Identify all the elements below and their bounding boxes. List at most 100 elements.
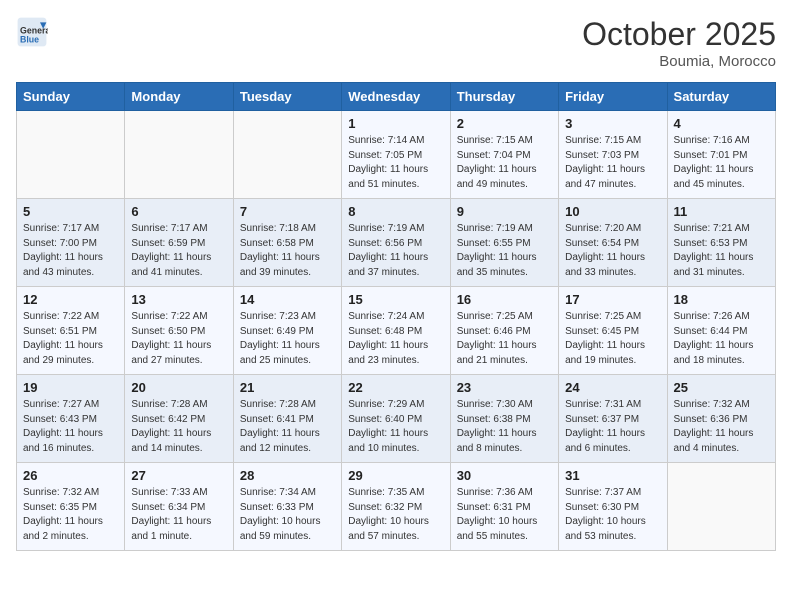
- column-header-saturday: Saturday: [667, 83, 775, 111]
- day-info: Sunrise: 7:18 AM Sunset: 6:58 PM Dayligh…: [240, 222, 335, 280]
- page-header: General Blue October 2025 Boumia, Morocc…: [16, 16, 776, 70]
- calendar-table: SundayMondayTuesdayWednesdayThursdayFrid…: [16, 82, 776, 551]
- calendar-day-cell: 25Sunrise: 7:32 AM Sunset: 6:36 PM Dayli…: [667, 375, 775, 463]
- day-number: 5: [23, 204, 118, 219]
- calendar-day-cell: 22 Sunrise: 7:29 AM Sunset: 6:40 PM Dayli…: [342, 375, 450, 463]
- day-number: 16: [457, 292, 552, 307]
- day-number: 20: [131, 380, 226, 395]
- calendar-day-cell: 6 Sunrise: 7:17 AM Sunset: 6:59 PM Daylig…: [125, 199, 233, 287]
- calendar-week-row: 5 Sunrise: 7:17 AM Sunset: 7:00 PM Daylig…: [17, 199, 776, 287]
- calendar-day-cell: 3Sunrise: 7:15 AM Sunset: 7:03 PM Daylig…: [559, 111, 667, 199]
- day-number: 9: [457, 204, 552, 219]
- day-info: Sunrise: 7:32 AM Sunset: 6:36 PM Dayligh…: [674, 398, 769, 456]
- column-header-thursday: Thursday: [450, 83, 558, 111]
- day-info: Sunrise: 7:22 AM Sunset: 6:51 PM Dayligh…: [23, 310, 118, 368]
- calendar-day-cell: 26 Sunrise: 7:32 AM Sunset: 6:35 PM Dayli…: [17, 463, 125, 551]
- day-info: Sunrise: 7:28 AM Sunset: 6:41 PM Dayligh…: [240, 398, 335, 456]
- calendar-day-cell: 9 Sunrise: 7:19 AM Sunset: 6:55 PM Daylig…: [450, 199, 558, 287]
- day-info: Sunrise: 7:16 AM Sunset: 7:01 PM Dayligh…: [674, 134, 769, 192]
- day-info: Sunrise: 7:15 AM Sunset: 7:04 PM Dayligh…: [457, 134, 552, 192]
- calendar-day-cell: 24 Sunrise: 7:31 AM Sunset: 6:37 PM Dayli…: [559, 375, 667, 463]
- day-number: 19: [23, 380, 118, 395]
- calendar-day-cell: 20 Sunrise: 7:28 AM Sunset: 6:42 PM Dayli…: [125, 375, 233, 463]
- day-info: Sunrise: 7:25 AM Sunset: 6:45 PM Dayligh…: [565, 310, 660, 368]
- day-number: 15: [348, 292, 443, 307]
- logo: General Blue: [16, 16, 48, 48]
- day-number: 22: [348, 380, 443, 395]
- calendar-day-cell: 14Sunrise: 7:23 AM Sunset: 6:49 PM Dayli…: [233, 287, 341, 375]
- calendar-day-cell: 11 Sunrise: 7:21 AM Sunset: 6:53 PM Dayli…: [667, 199, 775, 287]
- column-header-sunday: Sunday: [17, 83, 125, 111]
- column-header-monday: Monday: [125, 83, 233, 111]
- empty-cell: [125, 111, 233, 199]
- day-info: Sunrise: 7:37 AM Sunset: 6:30 PM Dayligh…: [565, 486, 660, 544]
- day-info: Sunrise: 7:20 AM Sunset: 6:54 PM Dayligh…: [565, 222, 660, 280]
- calendar-day-cell: 16 Sunrise: 7:25 AM Sunset: 6:46 PM Dayli…: [450, 287, 558, 375]
- calendar-day-cell: 4 Sunrise: 7:16 AM Sunset: 7:01 PM Daylig…: [667, 111, 775, 199]
- day-info: Sunrise: 7:22 AM Sunset: 6:50 PM Dayligh…: [131, 310, 226, 368]
- day-number: 4: [674, 116, 769, 131]
- calendar-day-cell: 30Sunrise: 7:36 AM Sunset: 6:31 PM Dayli…: [450, 463, 558, 551]
- location-subtitle: Boumia, Morocco: [582, 53, 776, 70]
- calendar-day-cell: 27 Sunrise: 7:33 AM Sunset: 6:34 PM Dayli…: [125, 463, 233, 551]
- day-number: 28: [240, 468, 335, 483]
- calendar-day-cell: 23 Sunrise: 7:30 AM Sunset: 6:38 PM Dayli…: [450, 375, 558, 463]
- calendar-day-cell: 12 Sunrise: 7:22 AM Sunset: 6:51 PM Dayli…: [17, 287, 125, 375]
- day-number: 21: [240, 380, 335, 395]
- day-number: 24: [565, 380, 660, 395]
- day-number: 23: [457, 380, 552, 395]
- calendar-day-cell: 15 Sunrise: 7:24 AM Sunset: 6:48 PM Dayli…: [342, 287, 450, 375]
- day-number: 8: [348, 204, 443, 219]
- day-number: 1: [348, 116, 443, 131]
- day-info: Sunrise: 7:19 AM Sunset: 6:55 PM Dayligh…: [457, 222, 552, 280]
- column-header-wednesday: Wednesday: [342, 83, 450, 111]
- day-info: Sunrise: 7:24 AM Sunset: 6:48 PM Dayligh…: [348, 310, 443, 368]
- day-number: 29: [348, 468, 443, 483]
- day-info: Sunrise: 7:21 AM Sunset: 6:53 PM Dayligh…: [674, 222, 769, 280]
- empty-cell: [233, 111, 341, 199]
- logo-icon: General Blue: [16, 16, 48, 48]
- calendar-header-row: SundayMondayTuesdayWednesdayThursdayFrid…: [17, 83, 776, 111]
- day-info: Sunrise: 7:31 AM Sunset: 6:37 PM Dayligh…: [565, 398, 660, 456]
- month-title: October 2025: [582, 16, 776, 53]
- day-info: Sunrise: 7:32 AM Sunset: 6:35 PM Dayligh…: [23, 486, 118, 544]
- calendar-day-cell: 5 Sunrise: 7:17 AM Sunset: 7:00 PM Daylig…: [17, 199, 125, 287]
- calendar-day-cell: 7 Sunrise: 7:18 AM Sunset: 6:58 PM Daylig…: [233, 199, 341, 287]
- empty-cell: [17, 111, 125, 199]
- calendar-body: 1 Sunrise: 7:14 AM Sunset: 7:05 PM Daylig…: [17, 111, 776, 551]
- calendar-day-cell: 8Sunrise: 7:19 AM Sunset: 6:56 PM Daylig…: [342, 199, 450, 287]
- svg-text:Blue: Blue: [20, 34, 39, 44]
- day-number: 27: [131, 468, 226, 483]
- day-number: 26: [23, 468, 118, 483]
- column-header-tuesday: Tuesday: [233, 83, 341, 111]
- day-number: 13: [131, 292, 226, 307]
- column-header-friday: Friday: [559, 83, 667, 111]
- title-block: October 2025 Boumia, Morocco: [582, 16, 776, 70]
- day-info: Sunrise: 7:33 AM Sunset: 6:34 PM Dayligh…: [131, 486, 226, 544]
- day-info: Sunrise: 7:29 AM Sunset: 6:40 PM Dayligh…: [348, 398, 443, 456]
- day-number: 7: [240, 204, 335, 219]
- day-number: 12: [23, 292, 118, 307]
- day-info: Sunrise: 7:25 AM Sunset: 6:46 PM Dayligh…: [457, 310, 552, 368]
- day-info: Sunrise: 7:30 AM Sunset: 6:38 PM Dayligh…: [457, 398, 552, 456]
- day-number: 2: [457, 116, 552, 131]
- day-number: 6: [131, 204, 226, 219]
- calendar-day-cell: 13 Sunrise: 7:22 AM Sunset: 6:50 PM Dayli…: [125, 287, 233, 375]
- day-info: Sunrise: 7:17 AM Sunset: 7:00 PM Dayligh…: [23, 222, 118, 280]
- calendar-day-cell: 2 Sunrise: 7:15 AM Sunset: 7:04 PM Daylig…: [450, 111, 558, 199]
- calendar-day-cell: 29Sunrise: 7:35 AM Sunset: 6:32 PM Dayli…: [342, 463, 450, 551]
- calendar-day-cell: 17Sunrise: 7:25 AM Sunset: 6:45 PM Dayli…: [559, 287, 667, 375]
- day-info: Sunrise: 7:17 AM Sunset: 6:59 PM Dayligh…: [131, 222, 226, 280]
- calendar-day-cell: 21 Sunrise: 7:28 AM Sunset: 6:41 PM Dayli…: [233, 375, 341, 463]
- calendar-day-cell: 10Sunrise: 7:20 AM Sunset: 6:54 PM Dayli…: [559, 199, 667, 287]
- calendar-week-row: 26 Sunrise: 7:32 AM Sunset: 6:35 PM Dayli…: [17, 463, 776, 551]
- day-info: Sunrise: 7:36 AM Sunset: 6:31 PM Dayligh…: [457, 486, 552, 544]
- day-info: Sunrise: 7:28 AM Sunset: 6:42 PM Dayligh…: [131, 398, 226, 456]
- day-number: 31: [565, 468, 660, 483]
- day-number: 3: [565, 116, 660, 131]
- day-info: Sunrise: 7:14 AM Sunset: 7:05 PM Dayligh…: [348, 134, 443, 192]
- day-info: Sunrise: 7:34 AM Sunset: 6:33 PM Dayligh…: [240, 486, 335, 544]
- calendar-week-row: 1 Sunrise: 7:14 AM Sunset: 7:05 PM Daylig…: [17, 111, 776, 199]
- day-number: 11: [674, 204, 769, 219]
- calendar-day-cell: 31 Sunrise: 7:37 AM Sunset: 6:30 PM Dayli…: [559, 463, 667, 551]
